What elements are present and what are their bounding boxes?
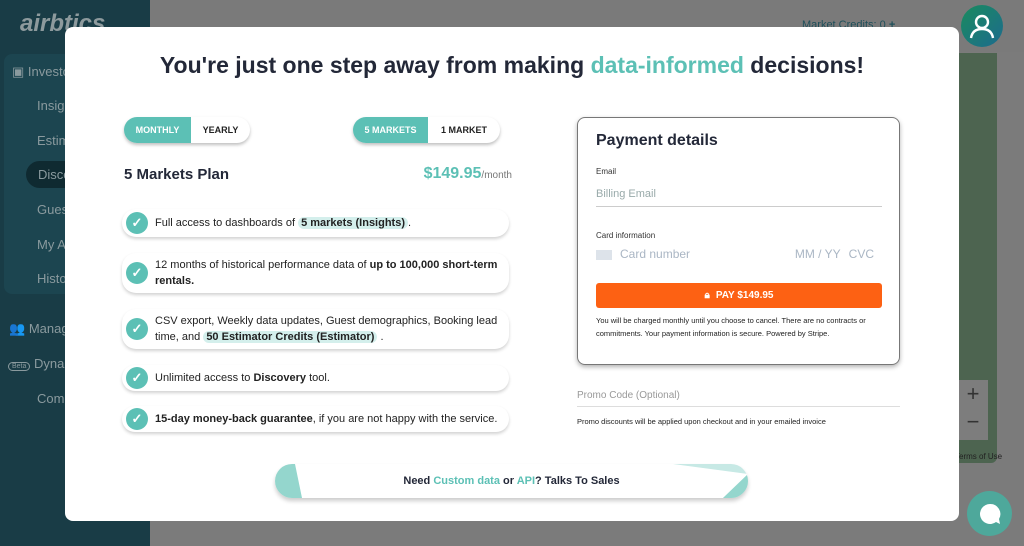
market-toggle: 5 MARKETS 1 MARKET <box>353 117 500 143</box>
billing-toggle: MONTHLY YEARLY <box>124 117 250 143</box>
team-icon: 👥 <box>9 321 26 336</box>
upgrade-modal: You're just one step away from making da… <box>65 27 959 521</box>
feature-item: ✓ CSV export, Weekly data updates, Guest … <box>122 309 509 349</box>
avatar[interactable] <box>961 5 1003 47</box>
pay-button[interactable]: 🔒︎ PAY $149.95 <box>596 283 882 308</box>
chat-icon <box>979 503 1000 524</box>
feature-item: ✓ Unlimited access to Discovery tool. <box>122 365 509 391</box>
card-label: Card information <box>596 231 656 240</box>
yearly-option[interactable]: YEARLY <box>191 117 250 143</box>
map-terms[interactable]: Terms of Use <box>955 452 1002 461</box>
payment-title: Payment details <box>596 132 718 149</box>
chat-button[interactable] <box>967 491 1012 536</box>
lock-icon: 🔒︎ <box>704 290 710 301</box>
check-icon: ✓ <box>126 212 148 234</box>
user-icon <box>969 14 995 39</box>
check-icon: ✓ <box>126 262 148 284</box>
modal-title: You're just one step away from making da… <box>159 52 865 78</box>
map-zoom-controls: + − <box>958 380 988 440</box>
email-field[interactable]: Billing Email <box>596 188 882 207</box>
email-label: Email <box>596 167 617 176</box>
expiry-input[interactable]: MM / YY <box>795 247 841 261</box>
promo-note: Promo discounts will be applied upon che… <box>577 417 826 426</box>
card-icon <box>596 250 612 260</box>
zoom-out-button[interactable]: − <box>958 408 988 436</box>
zoom-in-button[interactable]: + <box>958 380 988 408</box>
plan-name: 5 Markets Plan <box>124 166 230 183</box>
cvc-input[interactable]: CVC <box>849 247 874 261</box>
feature-item: ✓ Full access to dashboards of 5 markets … <box>122 209 509 237</box>
plan-price: $149.95/month <box>423 165 512 182</box>
feature-item: ✓ 15-day money-back guarantee, if you are… <box>122 406 509 432</box>
check-icon: ✓ <box>126 318 148 340</box>
payment-card: Payment details Email Billing Email Card… <box>577 117 900 365</box>
beta-badge: Beta <box>8 362 31 371</box>
feature-item: ✓ 12 months of historical performance dat… <box>122 253 509 293</box>
check-icon: ✓ <box>126 367 148 389</box>
payment-note: You will be charged monthly until you ch… <box>596 316 866 338</box>
promo-code-input[interactable]: Promo Code (Optional) <box>577 390 900 407</box>
card-field[interactable]: Card number MM / YY CVC <box>596 247 882 261</box>
five-markets-option[interactable]: 5 MARKETS <box>353 117 428 143</box>
one-market-option[interactable]: 1 MARKET <box>428 117 500 143</box>
check-icon: ✓ <box>126 408 148 430</box>
monthly-option[interactable]: MONTHLY <box>124 117 191 143</box>
card-number-input[interactable]: Card number <box>620 247 795 261</box>
talk-to-sales-button[interactable]: Need Custom data or API? Talks To Sales <box>275 464 748 498</box>
